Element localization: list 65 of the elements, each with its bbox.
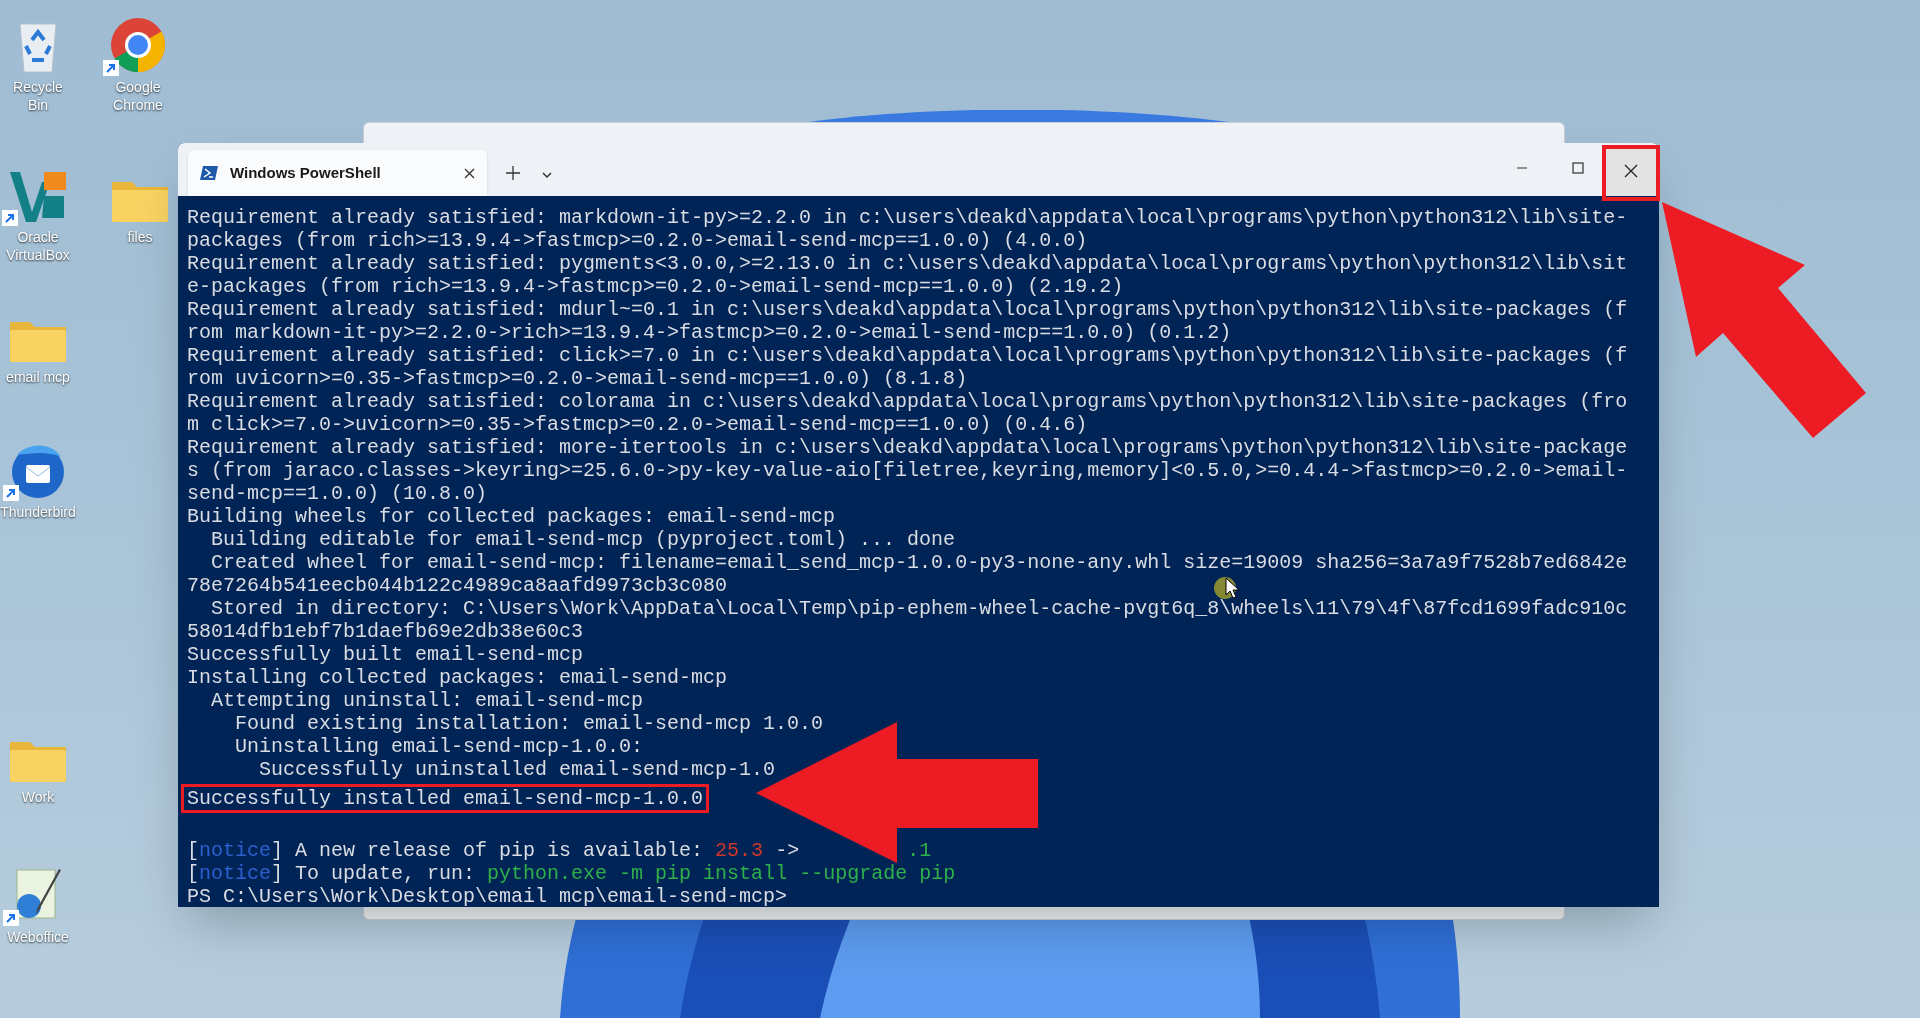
console-text: send-mcp==1.0.0) (10.8.0) bbox=[187, 482, 488, 505]
console-text: Requirement already satisfied: click>=7.0 in c:\users\deakd\appdata\local\programs\python\python312\lib\site-packages (f bbox=[187, 344, 1628, 367]
console-text: s (from jaraco.classes->keyring>=25.6.0->py-key-value-aio[filetree,keyring,memory]<0.5.0,>=0.4.4->fastmcp>=0.2.0->email- bbox=[187, 459, 1628, 482]
desktop-shortcut[interactable]: Weboffice bbox=[2, 850, 74, 946]
shortcut-label: email mcp bbox=[6, 368, 70, 386]
desktop-shortcut[interactable]: email mcp bbox=[2, 290, 74, 386]
shortcut-label: Oracle VirtualBox bbox=[5, 228, 71, 264]
console-old-version: 25.3 bbox=[715, 839, 764, 862]
terminal-tab[interactable]: Windows PowerShell bbox=[188, 150, 487, 196]
close-tab-icon[interactable] bbox=[464, 167, 475, 179]
shortcut-label: Recycle Bin bbox=[12, 78, 64, 114]
console-text: 58014dfb1ebf7b1daefb69e2db38e60c3 bbox=[187, 620, 584, 643]
console-text: Stored in directory: C:\Users\Work\AppData\Local\Temp\pip-ephem-wheel-cache-pvgt6q_8\wheels\11\79\4f\87fcd1699fadc910c bbox=[210, 597, 1628, 620]
highlight-frame bbox=[1602, 145, 1660, 201]
desktop-shortcut[interactable]: Google Chrome bbox=[102, 0, 174, 114]
console-text: Successfully installed email-send-mcp-1.0.0 bbox=[187, 787, 704, 810]
desktop-shortcut[interactable]: Oracle VirtualBox bbox=[2, 150, 74, 264]
shortcut-label: Weboffice bbox=[7, 928, 69, 946]
add-tab-icon[interactable] bbox=[505, 165, 521, 181]
console-text: Requirement already satisfied: more-itertools in c:\users\deakd\appdata\local\programs\python\python312\lib\site-package bbox=[187, 436, 1628, 459]
console-text: Uninstalling email-send-mcp-1.0.0: bbox=[234, 735, 644, 758]
console-text: e-packages (from rich>=13.9.4->fastmcp>=0.2.0->email-send-mcp==1.0.0) (2.19.2) bbox=[187, 275, 1124, 298]
round-logo-icon bbox=[109, 16, 167, 74]
console-text: Installing collected packages: email-send-mcp bbox=[187, 666, 728, 689]
maximize-icon bbox=[1572, 162, 1584, 174]
close-icon bbox=[1624, 164, 1638, 178]
console-text: Requirement already satisfied: pygments<3.0.0,>=2.13.0 in c:\users\deakd\appdata\local\programs\python\python312\lib\sit bbox=[187, 252, 1628, 275]
desktop-shortcut[interactable]: files bbox=[104, 150, 176, 246]
shortcut-label: Thunderbird bbox=[0, 503, 76, 521]
console-text: Building wheels for collected packages: email-send-mcp bbox=[187, 505, 836, 528]
console-text: PS C:\Users\Work\Desktop\email mcp\email-send-mcp> bbox=[187, 885, 788, 907]
console-text: Requirement already satisfied: mdurl~=0.1 in c:\users\deakd\appdata\local\programs\python\python312\lib\site-packages (f bbox=[187, 298, 1628, 321]
console-text: Requirement already satisfied: colorama in c:\users\deakd\appdata\local\programs\python\python312\lib\site-packages (fro bbox=[187, 390, 1628, 413]
console-text: Successfully built email-send-mcp bbox=[187, 643, 584, 666]
console-text: Requirement already satisfied: markdown-it-py>=2.2.0 in c:\users\deakd\appdata\local\programs\python\python312\lib\site- bbox=[187, 206, 1628, 229]
console-text: [ bbox=[187, 839, 199, 862]
desktop-shortcut[interactable]: Work bbox=[2, 710, 74, 806]
console-notice: notice bbox=[199, 839, 272, 862]
console-text: Building editable for email-send-mcp (pyproject.toml) ... done bbox=[210, 528, 956, 551]
console-new-version: .1 bbox=[907, 839, 932, 862]
console-text: rom uvicorn>=0.35->fastmcp>=0.2.0->email-send-mcp==1.0.0) (8.1.8) bbox=[187, 367, 968, 390]
console-text: Created wheel for email-send-mcp: filename=email_send_mcp-1.0.0-py3-none-any.whl size=19009 sha256=3a7a9f7528b7ed6842e bbox=[210, 551, 1628, 574]
console-text: 78e7264b541eecb044b122c4989ca8aafd9973cb3c080 bbox=[187, 574, 728, 597]
console-text: ] To update, run: bbox=[271, 862, 476, 885]
shortcut-label: Google Chrome bbox=[112, 78, 164, 114]
powershell-icon bbox=[200, 165, 218, 181]
desktop-shortcut[interactable]: Thunderbird bbox=[2, 425, 74, 521]
console-text: Found existing installation: email-send-mcp 1.0.0 bbox=[234, 712, 824, 735]
console-text: rom markdown-it-py>=2.2.0->rich>=13.9.4->fastmcp>=0.2.0->email-send-mcp==1.0.0) (0.1.2) bbox=[187, 321, 1232, 344]
console-text: m click>=7.0->uvicorn>=0.35->fastmcp>=0.2.0->email-send-mcp==1.0.0) (0.4.6) bbox=[187, 413, 1088, 436]
console-text: -> bbox=[775, 839, 800, 862]
desktop-shortcut[interactable]: Recycle Bin bbox=[2, 0, 74, 114]
console-command: python.exe -m pip install --upgrade pip bbox=[487, 862, 956, 885]
console-text: Attempting uninstall: email-send-mcp bbox=[210, 689, 644, 712]
console-notice: notice bbox=[199, 862, 272, 885]
tab-title: Windows PowerShell bbox=[230, 162, 382, 183]
console-text: Successfully uninstalled email-send-mcp-1.0 bbox=[258, 758, 776, 781]
mouse-pointer-icon bbox=[1225, 577, 1239, 599]
console-text: [ bbox=[187, 862, 199, 885]
shortcut-label: Work bbox=[21, 788, 55, 806]
dropdown-caret-icon[interactable] bbox=[541, 169, 553, 181]
close-button[interactable] bbox=[1606, 146, 1656, 196]
console-text: packages (from rich>=13.9.4->fastmcp>=0.2.0->email-send-mcp==1.0.0) (4.0.0) bbox=[187, 229, 1088, 252]
shortcut-label: files bbox=[127, 228, 153, 246]
console-text: ] A new release of pip is available: bbox=[271, 839, 704, 862]
